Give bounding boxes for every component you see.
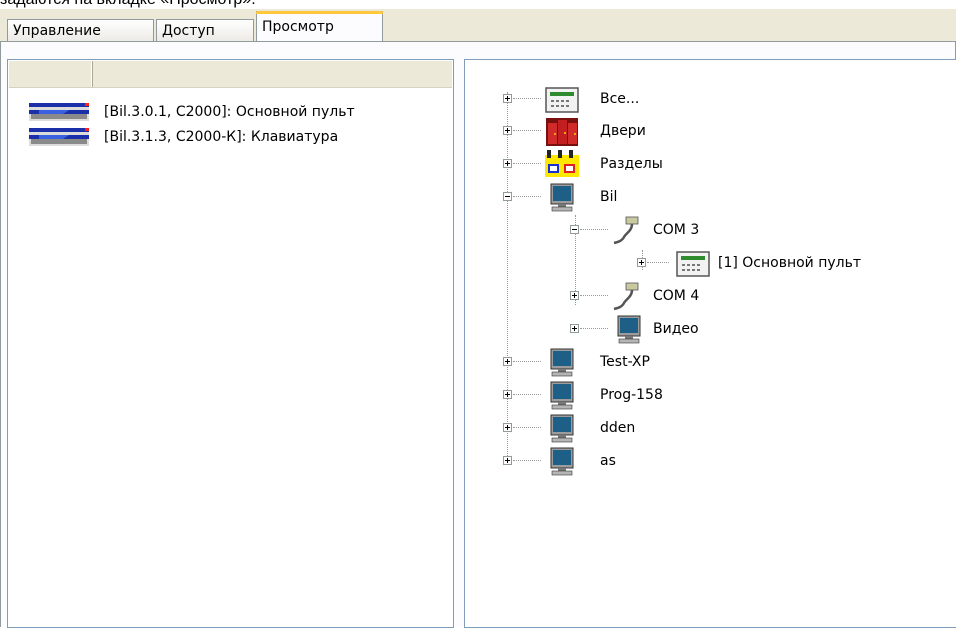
expand-icon[interactable] [637,258,646,267]
tree-item-as[interactable]: as [503,447,953,477]
tree-connector [647,262,669,263]
tree-item-label: Видео [653,321,699,337]
list-item-label: [Bil.3.0.1, С2000]: Основной пульт [104,104,355,120]
expand-icon[interactable] [570,324,579,333]
tree-connector [513,163,541,164]
tree-item-label: Разделы [600,156,663,172]
tree-item-label: Test-XP [600,354,650,370]
tree-item-bil[interactable]: Bil [503,183,953,213]
tree-item-label: COM 3 [653,222,700,238]
tree-item-label: Prog-158 [600,387,663,403]
tree-connector [513,196,541,197]
computer-icon [545,414,579,444]
device-icon [29,103,89,121]
tree-item-com4[interactable]: COM 4 [570,282,953,312]
column-header[interactable] [9,61,92,87]
collapse-icon[interactable] [503,192,512,201]
tree-connector [580,328,608,329]
tree-item-sections[interactable]: Разделы [503,150,953,180]
document-caption: задаются на вкладке «Просмотр». [0,0,956,9]
tab-view[interactable]: Просмотр [256,11,383,42]
expand-icon[interactable] [503,126,512,135]
sections-icon [545,150,579,180]
object-tree[interactable]: Все... Двери Разделы Bil COM 3 [1] Основ… [464,59,956,628]
computer-icon [545,183,579,213]
device-icon [29,128,89,146]
tree-item-video[interactable]: Видео [570,315,953,345]
dialog-window: Управление Доступ Просмотр [Bil.3.0.1, С… [0,9,956,628]
expand-icon[interactable] [503,357,512,366]
expand-icon[interactable] [503,456,512,465]
tree-item-label: Bil [600,189,618,205]
collapse-icon[interactable] [570,225,579,234]
console-icon [545,85,579,115]
computer-icon [612,315,646,345]
tab-control[interactable]: Управление [7,19,154,41]
tree-connector [513,427,541,428]
tree-connector [580,229,608,230]
expand-icon[interactable] [570,291,579,300]
expand-icon[interactable] [503,94,512,103]
com-port-icon [612,282,646,312]
tree-item-label: Двери [600,123,646,139]
tree-connector [513,394,541,395]
list-item-label: [Bil.3.1.3, С2000-К]: Клавиатура [104,129,339,145]
tree-item-label: as [600,453,616,469]
tree-item-all[interactable]: Все... [503,85,953,115]
doors-icon [545,117,579,147]
list-item[interactable]: [Bil.3.0.1, С2000]: Основной пульт [29,101,449,123]
tree-item-label: Все... [600,91,640,107]
tree-item-doors[interactable]: Двери [503,117,953,147]
console-icon [676,249,710,279]
expand-icon[interactable] [503,390,512,399]
tree-item-label: [1] Основной пульт [718,255,862,271]
tree-item-prog-158[interactable]: Prog-158 [503,381,953,411]
computer-icon [545,447,579,477]
list-item[interactable]: [Bil.3.1.3, С2000-К]: Клавиатура [29,126,449,148]
computer-icon [545,381,579,411]
expand-icon[interactable] [503,159,512,168]
tree-item-label: COM 4 [653,288,700,304]
computer-icon [545,348,579,378]
device-list[interactable]: [Bil.3.0.1, С2000]: Основной пульт [Bil.… [7,59,454,628]
tree-item-label: dden [600,420,636,436]
list-header [9,61,452,88]
tab-access[interactable]: Доступ [156,19,254,41]
tree-connector [513,460,541,461]
tab-strip: Управление Доступ Просмотр [0,9,956,42]
com-port-icon [612,216,646,246]
expand-icon[interactable] [503,423,512,432]
tree-item-main-console[interactable]: [1] Основной пульт [637,249,953,279]
tree-item-com3[interactable]: COM 3 [570,216,953,246]
tree-connector [513,361,541,362]
tree-connector [580,295,608,296]
tree-connector [513,130,541,131]
tab-panel-view: [Bil.3.0.1, С2000]: Основной пульт [Bil.… [0,41,956,628]
tree-item-test-xp[interactable]: Test-XP [503,348,953,378]
tree-connector [513,98,541,99]
tree-item-dden[interactable]: dden [503,414,953,444]
